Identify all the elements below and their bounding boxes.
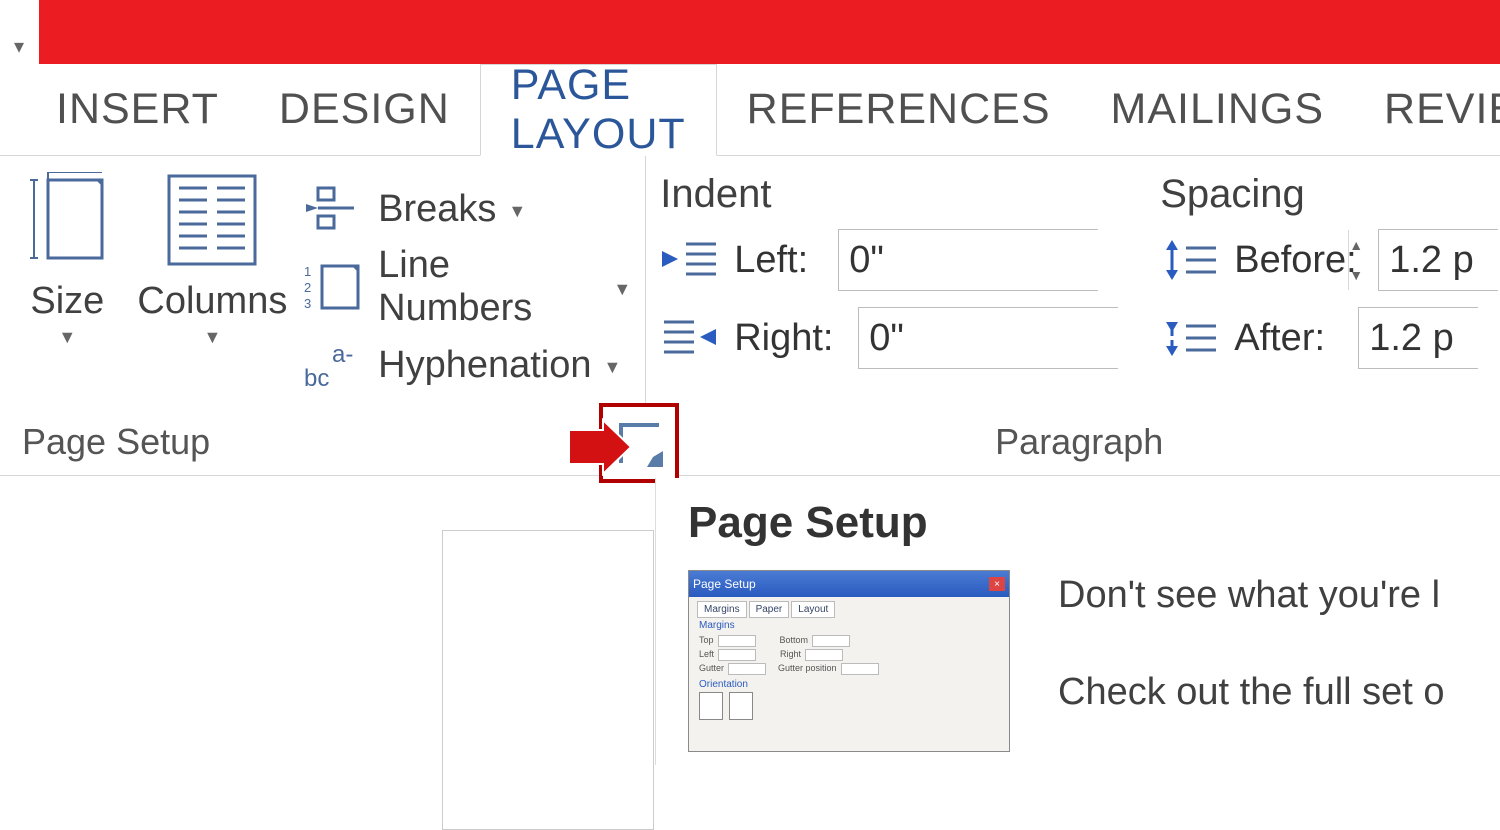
dialog-tab: Layout [791,601,835,618]
dialog-section: Orientation [689,677,1009,692]
tab-mailings[interactable]: MAILINGS [1081,64,1355,155]
spacing-after-label: After: [1234,317,1344,360]
dialog-tab: Margins [697,601,747,618]
document-page-preview [442,530,654,830]
group-paragraph: Indent Left: ▲▼ Right: [646,156,1500,475]
ribbon: Size ▼ Columns ▼ Breaks ▼ [0,156,1500,476]
ribbon-tabs: INSERT DESIGN PAGE LAYOUT REFERENCES MAI… [0,64,1500,156]
size-icon [26,172,108,272]
line-numbers-label: Line Numbers [378,244,601,330]
spacing-before-input[interactable] [1378,229,1498,291]
tab-label: REFERENCES [747,85,1051,134]
spacing-after-value[interactable] [1359,308,1500,368]
svg-text:1: 1 [304,264,311,279]
tab-label: PAGE LAYOUT [511,61,686,159]
spacing-before-value[interactable] [1379,230,1500,290]
qat-customize-icon[interactable]: ▾ [14,34,24,59]
dialog-section: Margins [689,618,1009,633]
indent-right-label: Right: [734,317,844,360]
tab-review[interactable]: REVIE [1354,64,1500,155]
spacing-after-icon [1160,316,1220,360]
tooltip-dialog-thumbnail: Page Setup × Margins Paper Layout Margins… [688,570,1010,752]
columns-label: Columns [137,280,287,323]
tab-label: INSERT [56,85,219,134]
svg-text:bc: bc [304,365,329,390]
chevron-down-icon: ▼ [58,327,76,348]
tab-insert[interactable]: INSERT [26,64,249,155]
columns-icon [167,172,257,272]
indent-left-icon [660,238,720,282]
tab-references[interactable]: REFERENCES [717,64,1081,155]
tab-design[interactable]: DESIGN [249,64,480,155]
tooltip-title: Page Setup [688,498,1500,548]
hyphenation-label: Hyphenation [378,344,591,387]
indent-right-input[interactable]: ▲▼ [858,307,1118,369]
indent-right-icon [660,316,720,360]
dialog-title: Page Setup [693,577,756,591]
group-page-setup-label: Page Setup [22,421,210,463]
hyphenation-button[interactable]: a-bc Hyphenation ▼ [304,330,631,400]
hyphenation-icon: a-bc [304,340,366,390]
close-icon: × [989,577,1005,591]
group-paragraph-label: Paragraph [995,421,1163,463]
svg-text:3: 3 [304,296,311,311]
columns-button[interactable]: Columns ▼ [121,168,305,413]
breaks-button[interactable]: Breaks ▼ [304,174,631,244]
indent-left-input[interactable]: ▲▼ [838,229,1098,291]
chevron-down-icon: ▼ [508,201,526,222]
svg-text:a-: a- [332,341,353,368]
tab-label: MAILINGS [1111,85,1325,134]
spacing-heading: Spacing [1160,172,1498,217]
breaks-icon [304,184,366,234]
tab-label: DESIGN [279,85,450,134]
svg-text:2: 2 [304,280,311,295]
spacing-after-input[interactable] [1358,307,1478,369]
group-page-setup: Size ▼ Columns ▼ Breaks ▼ [0,156,646,475]
chevron-down-icon: ▼ [613,279,631,300]
indent-left-label: Left: [734,239,824,282]
breaks-label: Breaks [378,188,496,231]
spacing-before-icon [1160,238,1220,282]
title-bar-banner [38,0,1500,64]
chevron-down-icon: ▼ [203,327,221,348]
callout-arrow-icon [565,418,637,476]
size-button[interactable]: Size ▼ [14,168,121,413]
size-label: Size [30,280,104,323]
dialog-tab: Paper [749,601,790,618]
indent-heading: Indent [660,172,1120,217]
spacing-before-label: Before: [1234,239,1364,282]
chevron-down-icon: ▼ [604,357,622,378]
tab-label: REVIE [1384,85,1500,134]
line-numbers-icon: 123 [304,262,366,312]
line-numbers-button[interactable]: 123 Line Numbers ▼ [304,252,631,322]
tab-page-layout[interactable]: PAGE LAYOUT [480,64,717,156]
page-setup-tooltip: Page Setup Page Setup × Margins Paper Lay… [655,478,1500,765]
